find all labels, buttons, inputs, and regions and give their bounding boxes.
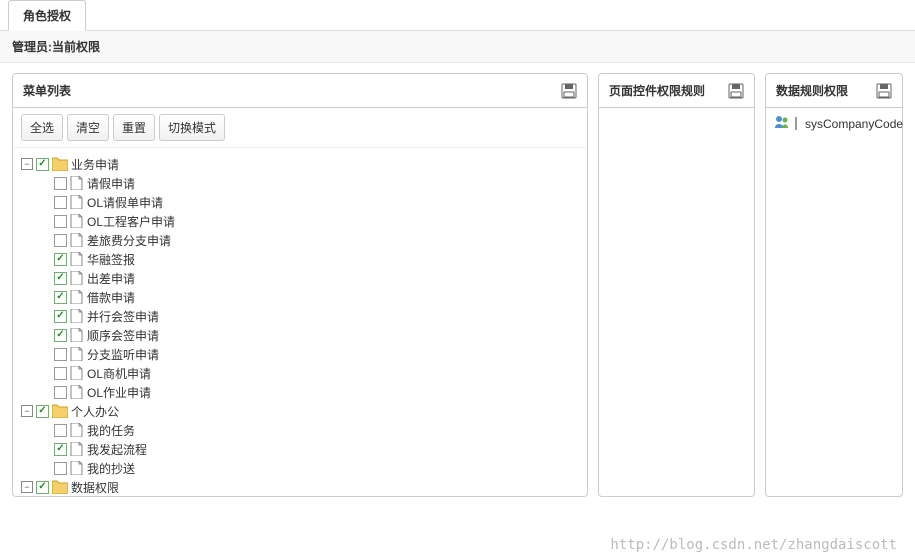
tree-connector bbox=[39, 386, 51, 398]
checkbox[interactable] bbox=[54, 177, 67, 190]
checkbox[interactable] bbox=[54, 310, 67, 323]
tree-connector bbox=[39, 272, 51, 284]
file-icon bbox=[70, 252, 84, 266]
tree-connector bbox=[39, 234, 51, 246]
tree-connector bbox=[39, 177, 51, 189]
file-icon bbox=[70, 423, 84, 437]
tree-connector bbox=[39, 196, 51, 208]
tree-node-label[interactable]: 顺序会签申请 bbox=[87, 327, 159, 344]
checkbox[interactable] bbox=[36, 158, 49, 171]
tab-role-auth[interactable]: 角色授权 bbox=[8, 0, 86, 31]
checkbox[interactable] bbox=[54, 348, 67, 361]
checkbox[interactable] bbox=[795, 117, 797, 130]
tree-node-label[interactable]: 我的任务 bbox=[87, 422, 135, 439]
tree-node-label[interactable]: 个人办公 bbox=[71, 403, 119, 420]
data-rule-item[interactable]: sysCompanyCode bbox=[766, 108, 902, 139]
tree-connector bbox=[39, 367, 51, 379]
tree-connector bbox=[39, 329, 51, 341]
checkbox[interactable] bbox=[54, 291, 67, 304]
reset-button[interactable]: 重置 bbox=[113, 114, 155, 141]
checkbox[interactable] bbox=[54, 196, 67, 209]
expand-toggle[interactable]: − bbox=[21, 158, 33, 170]
file-icon bbox=[70, 442, 84, 456]
save-icon[interactable] bbox=[728, 83, 744, 99]
select-all-button[interactable]: 全选 bbox=[21, 114, 63, 141]
clear-button[interactable]: 清空 bbox=[67, 114, 109, 141]
tree-connector bbox=[39, 253, 51, 265]
tree-node-label[interactable]: OL商机申请 bbox=[87, 365, 151, 382]
tree-connector bbox=[39, 215, 51, 227]
file-icon bbox=[70, 290, 84, 304]
panel-menu-title: 菜单列表 bbox=[23, 82, 71, 99]
file-icon bbox=[70, 328, 84, 342]
file-icon bbox=[70, 366, 84, 380]
toggle-mode-button[interactable]: 切换模式 bbox=[159, 114, 225, 141]
tree-node-label[interactable]: 出差申请 bbox=[87, 270, 135, 287]
tree-node-label[interactable]: 华融签报 bbox=[87, 251, 135, 268]
checkbox[interactable] bbox=[36, 481, 49, 494]
checkbox[interactable] bbox=[54, 234, 67, 247]
file-icon bbox=[70, 176, 84, 190]
people-icon bbox=[774, 114, 790, 133]
tree-connector bbox=[39, 348, 51, 360]
file-icon bbox=[70, 271, 84, 285]
save-icon[interactable] bbox=[876, 83, 892, 99]
checkbox[interactable] bbox=[54, 272, 67, 285]
tree-node-label[interactable]: 差旅费分支申请 bbox=[87, 232, 171, 249]
checkbox[interactable] bbox=[54, 253, 67, 266]
folder-icon bbox=[52, 480, 68, 494]
checkbox[interactable] bbox=[54, 386, 67, 399]
checkbox[interactable] bbox=[54, 424, 67, 437]
panel-control-rules: 页面控件权限规则 bbox=[598, 73, 755, 497]
panel-menu-list: 菜单列表 全选 清空 重置 切换模式 − 业务申请请假申请 OL请假单申请 OL工程客… bbox=[12, 73, 588, 497]
tree-node-label[interactable]: 请假申请 bbox=[87, 175, 135, 192]
file-icon bbox=[70, 347, 84, 361]
folder-icon bbox=[52, 157, 68, 171]
checkbox[interactable] bbox=[54, 462, 67, 475]
tree-connector bbox=[39, 462, 51, 474]
data-rule-label: sysCompanyCode bbox=[805, 117, 903, 131]
tree-connector bbox=[39, 424, 51, 436]
file-icon bbox=[70, 309, 84, 323]
tree-connector bbox=[39, 310, 51, 322]
file-icon bbox=[70, 195, 84, 209]
tree-node-label[interactable]: 并行会签申请 bbox=[87, 308, 159, 325]
checkbox[interactable] bbox=[54, 443, 67, 456]
tree-node-label[interactable]: 我发起流程 bbox=[87, 441, 147, 458]
panel-data-rules: 数据规则权限 sysCompanyCode bbox=[765, 73, 903, 497]
tree-node-label[interactable]: OL作业申请 bbox=[87, 384, 151, 401]
menu-tree[interactable]: − 业务申请请假申请 OL请假单申请 OL工程客户申请差旅费分支申请华融签报出差申请借… bbox=[13, 148, 587, 496]
checkbox[interactable] bbox=[54, 215, 67, 228]
tree-connector bbox=[39, 443, 51, 455]
tree-node-label[interactable]: 借款申请 bbox=[87, 289, 135, 306]
checkbox[interactable] bbox=[54, 329, 67, 342]
tree-node-label[interactable]: OL请假单申请 bbox=[87, 194, 163, 211]
watermark: http://blog.csdn.net/zhangdaiscott bbox=[610, 537, 897, 553]
tree-connector bbox=[39, 291, 51, 303]
file-icon bbox=[70, 385, 84, 399]
tree-node-label[interactable]: 分支监听申请 bbox=[87, 346, 159, 363]
panel-data-title: 数据规则权限 bbox=[776, 82, 848, 99]
expand-toggle[interactable]: − bbox=[21, 481, 33, 493]
file-icon bbox=[70, 461, 84, 475]
tree-node-label[interactable]: 数据权限 bbox=[71, 479, 119, 496]
checkbox[interactable] bbox=[54, 367, 67, 380]
file-icon bbox=[70, 214, 84, 228]
panel-ctrl-title: 页面控件权限规则 bbox=[609, 82, 705, 99]
folder-icon bbox=[52, 404, 68, 418]
tree-node-label[interactable]: 我的抄送 bbox=[87, 460, 135, 477]
tree-node-label[interactable]: OL工程客户申请 bbox=[87, 213, 175, 230]
tree-node-label[interactable]: 业务申请 bbox=[71, 156, 119, 173]
page-subtitle: 管理员:当前权限 bbox=[0, 31, 915, 63]
save-icon[interactable] bbox=[561, 83, 577, 99]
checkbox[interactable] bbox=[36, 405, 49, 418]
expand-toggle[interactable]: − bbox=[21, 405, 33, 417]
file-icon bbox=[70, 233, 84, 247]
